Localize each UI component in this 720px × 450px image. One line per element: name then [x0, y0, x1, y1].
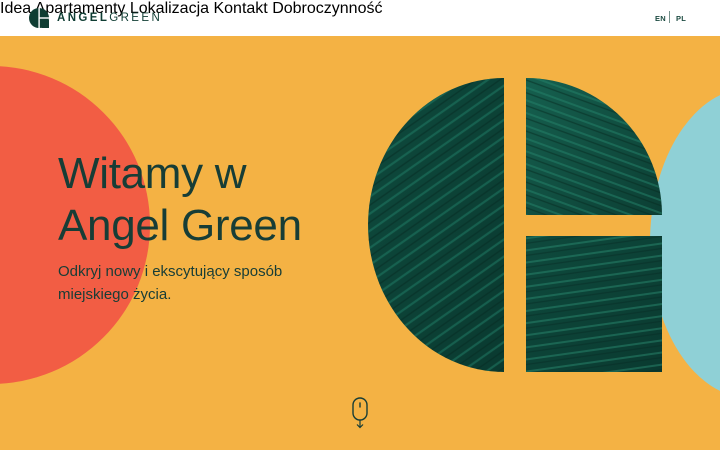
language-en[interactable]: EN [655, 14, 666, 23]
hero-title-line-2: Angel Green [58, 201, 302, 250]
nav-item-kontakt[interactable]: Kontakt [213, 0, 267, 17]
site-header: ANGELGREEN Idea Apartamenty Lokalizacja … [0, 0, 720, 36]
nav-item-idea[interactable]: Idea [0, 0, 31, 17]
leaf-pattern-logo-art [368, 78, 662, 372]
nav-item-dobroczynnosc[interactable]: Dobroczynność [272, 0, 382, 17]
language-divider [669, 11, 670, 23]
language-pl[interactable]: PL [676, 14, 686, 23]
brand-name: ANGELGREEN [57, 12, 163, 24]
hero-subtitle: Odkryj nowy i ekscytujący sposób miejski… [58, 263, 283, 303]
hero-title-line-1: Witamy w [58, 149, 247, 198]
brand-logo[interactable]: ANGELGREEN [29, 8, 162, 28]
hero-title: Witamy w Angel Green [58, 148, 302, 252]
hero-section: Witamy w Angel Green Odkryj nowy i ekscy… [0, 36, 720, 450]
scroll-down-mouse-icon[interactable] [352, 397, 368, 429]
angel-green-logo-icon [29, 8, 49, 28]
